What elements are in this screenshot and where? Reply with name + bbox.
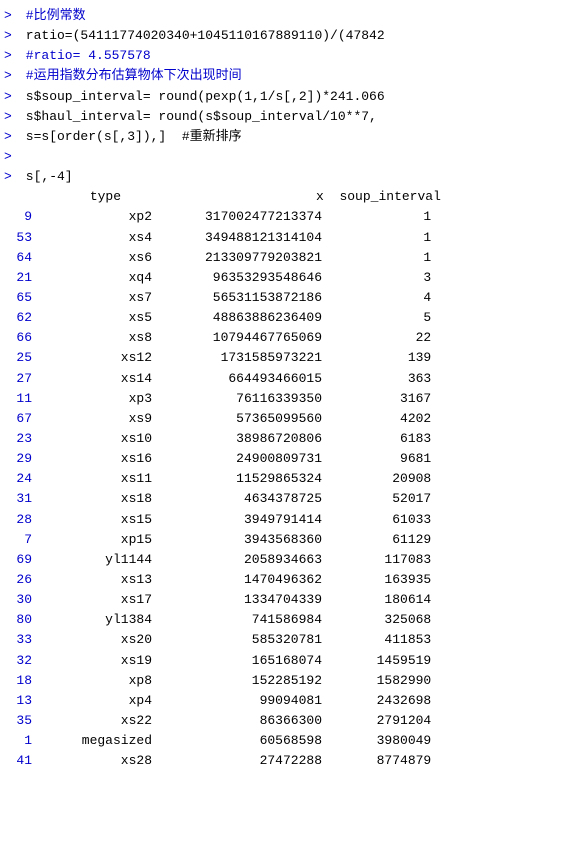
prompt: >	[4, 107, 18, 127]
table-body: 9 xp2 317002477213374 1 53 xs4 349488121…	[0, 207, 580, 771]
line-code-haul: > s$haul_interval= round(s$soup_interval…	[0, 107, 580, 127]
table-row: 7 xp15 3943568360 61129	[0, 530, 580, 550]
table-header: type x soup_interval	[0, 187, 580, 207]
table-row: 64 xs6 213309779203821 1	[0, 248, 580, 268]
table-row: 9 xp2 317002477213374 1	[0, 207, 580, 227]
prompt: >	[4, 6, 18, 26]
table-row: 13 xp4 99094081 2432698	[0, 691, 580, 711]
prompt: >	[4, 87, 18, 107]
table-row: 80 yl1384 741586984 325068	[0, 610, 580, 630]
prompt: >	[4, 147, 18, 167]
code-text: s$haul_interval= round(s$soup_interval/1…	[18, 107, 377, 127]
table-row: 35 xs22 86366300 2791204	[0, 711, 580, 731]
table-row: 65 xs7 56531153872186 4	[0, 288, 580, 308]
line-comment-1: > #比例常数	[0, 6, 580, 26]
table-row: 18 xp8 152285192 1582990	[0, 671, 580, 691]
table-row: 27 xs14 664493466015 363	[0, 369, 580, 389]
table-row: 26 xs13 1470496362 163935	[0, 570, 580, 590]
console: > #比例常数 > ratio=(54111774020340+10451101…	[0, 0, 580, 846]
table-row: 62 xs5 48863886236409 5	[0, 308, 580, 328]
table-row: 1 megasized 60568598 3980049	[0, 731, 580, 751]
table-row: 32 xs19 165168074 1459519	[0, 651, 580, 671]
table-row: 28 xs15 3949791414 61033	[0, 510, 580, 530]
code-text: ratio=(54111774020340+1045110167889110)/…	[18, 26, 385, 46]
prompt: >	[4, 66, 18, 86]
comment-text: #ratio= 4.557578	[18, 46, 151, 66]
line-blank: >	[0, 147, 580, 167]
comment-text: #运用指数分布估算物体下次出现时间	[18, 66, 242, 86]
prompt: >	[4, 127, 18, 147]
header-text: type x soup_interval	[4, 187, 441, 207]
table-row: 31 xs18 4634378725 52017	[0, 489, 580, 509]
code-text: s=s[order(s[,3]),] #重新排序	[18, 127, 242, 147]
table-row: 66 xs8 10794467765069 22	[0, 328, 580, 348]
comment-text: #比例常数	[18, 6, 86, 26]
table-row: 11 xp3 76116339350 3167	[0, 389, 580, 409]
table-row: 21 xq4 96353293548646 3	[0, 268, 580, 288]
table-row: 29 xs16 24900809731 9681	[0, 449, 580, 469]
line-comment-ratio-val: > #ratio= 4.557578	[0, 46, 580, 66]
prompt: >	[4, 167, 18, 187]
table-row: 30 xs17 1334704339 180614	[0, 590, 580, 610]
table-row: 41 xs28 27472288 8774879	[0, 751, 580, 771]
table-row: 25 xs12 1731585973221 139	[0, 348, 580, 368]
line-code-soup: > s$soup_interval= round(pexp(1,1/s[,2])…	[0, 87, 580, 107]
prompt: >	[4, 26, 18, 46]
code-text: s[,-4]	[18, 167, 73, 187]
line-comment-desc: > #运用指数分布估算物体下次出现时间	[0, 66, 580, 86]
line-code-s: > s[,-4]	[0, 167, 580, 187]
table-row: 67 xs9 57365099560 4202	[0, 409, 580, 429]
table-row: 23 xs10 38986720806 6183	[0, 429, 580, 449]
table-row: 33 xs20 585320781 411853	[0, 630, 580, 650]
line-code-ratio: > ratio=(54111774020340+1045110167889110…	[0, 26, 580, 46]
line-code-order: > s=s[order(s[,3]),] #重新排序	[0, 127, 580, 147]
code-text: s$soup_interval= round(pexp(1,1/s[,2])*2…	[18, 87, 385, 107]
table-row: 24 xs11 11529865324 20908	[0, 469, 580, 489]
table-row: 53 xs4 349488121314104 1	[0, 228, 580, 248]
prompt: >	[4, 46, 18, 66]
table-row: 69 yl1144 2058934663 117083	[0, 550, 580, 570]
